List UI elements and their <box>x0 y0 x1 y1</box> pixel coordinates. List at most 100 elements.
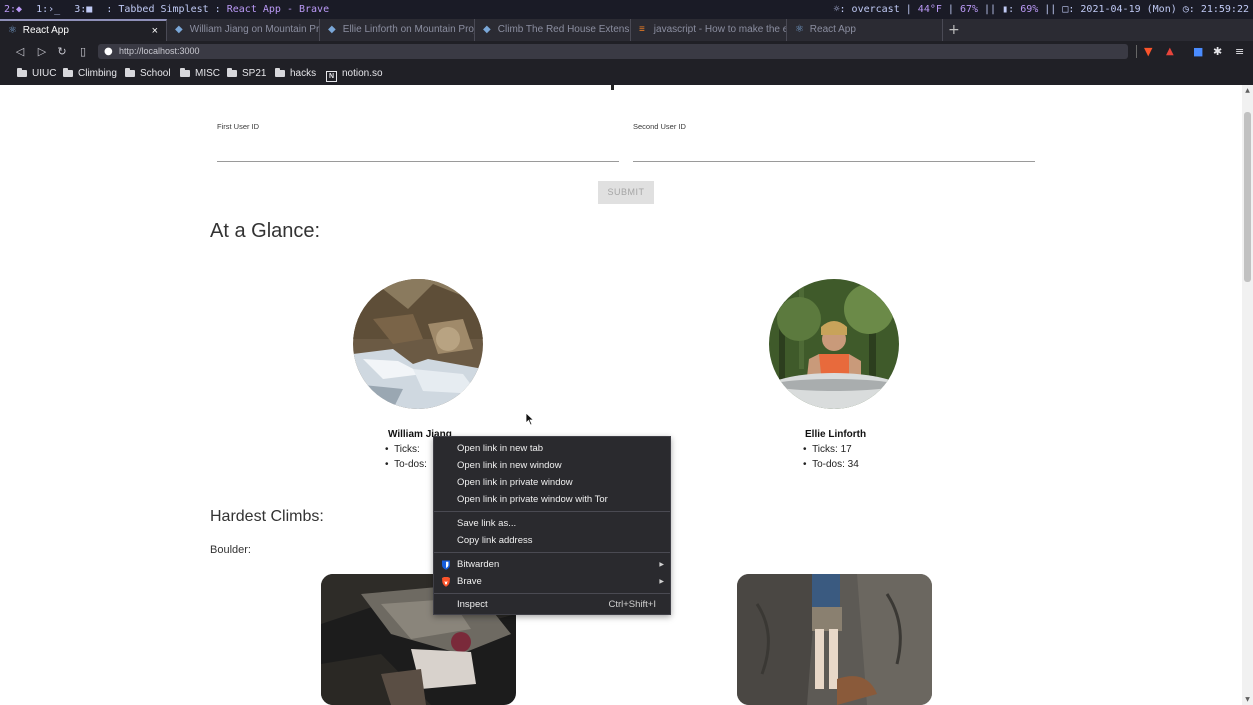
bookmark-folder-hacks[interactable]: hacks <box>275 62 316 85</box>
address-bar[interactable]: ● http://localhost:3000 <box>98 44 1128 59</box>
brave-shields-icon[interactable]: ▼ <box>1144 44 1152 59</box>
menu-item-label: Inspect <box>457 599 488 610</box>
folder-icon <box>275 68 285 77</box>
toolbar-divider <box>1136 45 1137 58</box>
forward-button[interactable]: ▷ <box>33 41 51 62</box>
second-user-id-input[interactable] <box>633 137 1035 162</box>
submit-button[interactable]: SUBMIT <box>598 181 654 204</box>
bitwarden-extension-icon[interactable]: ■ <box>1193 44 1203 59</box>
battery-icon: ▮: <box>1002 4 1015 15</box>
ellie-todos-text: To-dos: 34 <box>812 459 859 470</box>
tab-red-house[interactable]: ◆ Climb The Red House Extension <box>475 19 631 41</box>
brave-rewards-icon[interactable]: ▲ <box>1166 44 1174 59</box>
site-info-icon[interactable]: ● <box>104 44 113 59</box>
status-blocks: ☼: overcast | 44°F | 67% || ▮: 69% || □:… <box>833 4 1250 15</box>
william-ticks-text: Ticks: <box>394 444 420 455</box>
mountain-project-icon: ◆ <box>483 24 491 35</box>
navigation-bar: ◁ ▷ ↻ ▯ ● http://localhost:3000 ▼ ▲ ■ ✱ … <box>0 41 1253 62</box>
workspace-1[interactable]: 1:›_ <box>36 4 60 15</box>
date-status: □: 2021-04-19 (Mon) <box>1062 4 1177 15</box>
scroll-down-arrow[interactable]: ▼ <box>1242 696 1253 703</box>
mountain-project-icon: ◆ <box>175 24 183 35</box>
bookmark-notion[interactable]: Nnotion.so <box>326 62 383 85</box>
tab-strip: ⚛ React App × ◆ William Jiang on Mountai… <box>0 19 1253 41</box>
page-heading-partial <box>611 85 614 90</box>
ellie-ticks-text: Ticks: 17 <box>812 444 852 455</box>
bookmark-folder-school[interactable]: School <box>125 62 171 85</box>
menu-open-private-window[interactable]: Open link in private window <box>434 475 670 491</box>
menu-save-link-as[interactable]: Save link as... <box>434 516 670 532</box>
brave-lion-icon <box>441 577 451 587</box>
submenu-arrow-icon: ▶ <box>659 579 664 585</box>
extensions-icon[interactable]: ✱ <box>1213 44 1222 59</box>
notion-icon: N <box>326 71 337 82</box>
menu-copy-link-address[interactable]: Copy link address <box>434 533 670 549</box>
url-text[interactable]: http://localhost:3000 <box>119 44 200 59</box>
menu-item-label: Open link in private window with Tor <box>457 494 608 505</box>
william-todos: • To-dos: <box>385 459 427 470</box>
menu-separator <box>434 593 670 594</box>
workspace-3[interactable]: 3:■ <box>74 4 92 15</box>
scrollbar-thumb[interactable] <box>1244 112 1251 282</box>
context-menu: Open link in new tab Open link in new wi… <box>433 436 671 615</box>
folder-icon <box>17 68 27 77</box>
bookmark-folder-misc[interactable]: MISC <box>180 62 220 85</box>
menu-separator <box>434 511 670 512</box>
ellie-linforth-avatar <box>769 279 899 409</box>
new-tab-button[interactable]: + <box>948 19 960 41</box>
menu-inspect[interactable]: Inspect Ctrl+Shift+I <box>434 597 670 613</box>
react-icon: ⚛ <box>8 25 17 36</box>
mouse-cursor-icon <box>525 411 535 430</box>
bookmark-label: UIUC <box>32 68 57 79</box>
ellie-todos: • To-dos: 34 <box>803 459 859 470</box>
scroll-up-arrow[interactable]: ▲ <box>1242 87 1253 94</box>
menu-bitwarden[interactable]: Bitwarden ▶ <box>434 557 670 573</box>
tab-react-app-2[interactable]: ⚛ React App <box>787 19 943 41</box>
william-ticks: • Ticks: <box>385 444 420 455</box>
hardest-climbs-heading: Hardest Climbs: <box>210 508 324 525</box>
bookmark-folder-sp21[interactable]: SP21 <box>227 62 266 85</box>
bookmark-button[interactable]: ▯ <box>74 41 92 62</box>
folder-icon <box>63 68 73 77</box>
bookmark-label: notion.so <box>342 68 383 79</box>
close-tab-icon[interactable]: × <box>152 21 158 41</box>
mountain-project-icon: ◆ <box>328 24 336 35</box>
ellie-ticks: • Ticks: 17 <box>803 444 852 455</box>
first-user-id-label: First User ID <box>217 122 260 131</box>
page-scrollbar[interactable]: ▲ ▼ <box>1242 85 1253 705</box>
menu-separator <box>434 552 670 553</box>
back-button[interactable]: ◁ <box>11 41 29 62</box>
bookmark-folder-climbing[interactable]: Climbing <box>63 62 117 85</box>
workspace-2[interactable]: 2:◆ <box>4 4 22 15</box>
at-a-glance-heading: At a Glance: <box>210 220 321 242</box>
tab-label: javascript - How to make the en <box>653 24 787 35</box>
tab-stackoverflow[interactable]: ≡ javascript - How to make the en <box>631 19 787 41</box>
menu-item-label: Bitwarden <box>457 559 500 570</box>
first-user-id-input[interactable] <box>217 137 619 162</box>
menu-icon[interactable]: ≡ <box>1235 44 1244 59</box>
ellie-linforth-name: Ellie Linforth <box>805 429 867 440</box>
window-title-prefix: : Tabbed Simplest : <box>106 4 227 15</box>
bookmark-folder-uiuc[interactable]: UIUC <box>17 62 56 85</box>
tab-label: Ellie Linforth on Mountain Proje <box>342 24 475 35</box>
william-todos-text: To-dos: <box>394 459 427 470</box>
bookmark-label: hacks <box>290 68 317 79</box>
menu-open-tor-window[interactable]: Open link in private window with Tor <box>434 492 670 508</box>
menu-open-new-window[interactable]: Open link in new window <box>434 458 670 474</box>
tab-react-app[interactable]: ⚛ React App × <box>0 19 167 41</box>
temperature-status: 44°F <box>917 4 942 15</box>
tab-label: React App <box>809 24 856 35</box>
menu-open-new-tab[interactable]: Open link in new tab <box>434 441 670 457</box>
menu-item-label: Save link as... <box>457 518 517 529</box>
folder-icon <box>227 68 237 77</box>
tab-william-jiang[interactable]: ◆ William Jiang on Mountain Proje <box>167 19 320 41</box>
ellie-hardest-boulder-photo[interactable] <box>737 574 932 705</box>
bookmark-label: Climbing <box>78 68 117 79</box>
tab-ellie-linforth[interactable]: ◆ Ellie Linforth on Mountain Proje <box>320 19 475 41</box>
menu-item-label: Open link in new window <box>457 460 562 471</box>
window-manager-bar: 2:◆ 1:›_ 3:■ : Tabbed Simplest : React A… <box>0 0 1253 19</box>
folder-icon <box>125 68 135 77</box>
menu-item-label: Copy link address <box>457 535 533 546</box>
menu-brave[interactable]: Brave ▶ <box>434 574 670 590</box>
reload-button[interactable]: ↻ <box>53 41 71 62</box>
